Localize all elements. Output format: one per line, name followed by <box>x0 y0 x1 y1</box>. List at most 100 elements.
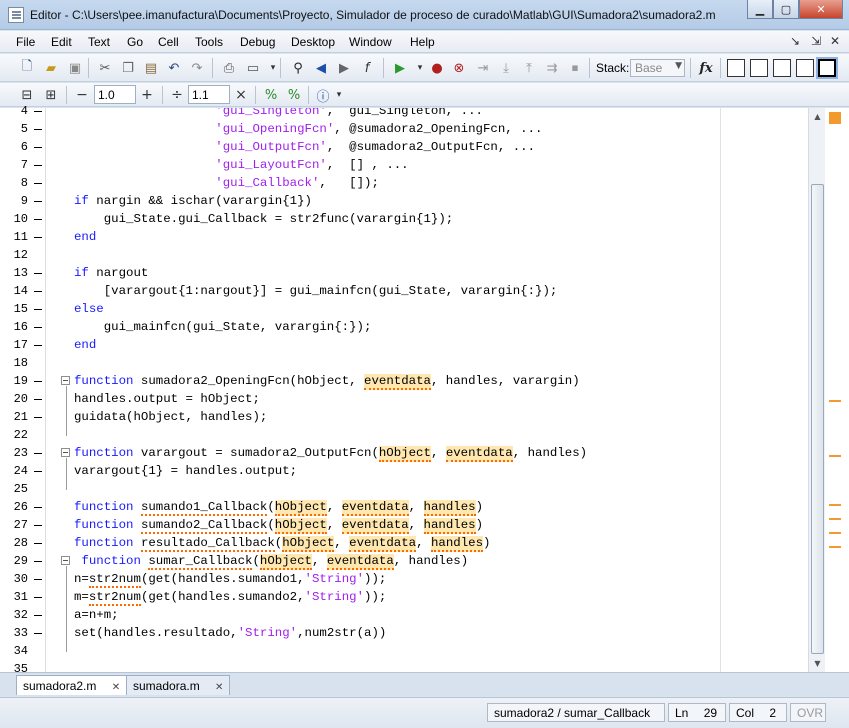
print-options-icon[interactable]: ▭ <box>244 59 262 77</box>
code-line[interactable] <box>74 354 806 372</box>
stack-select[interactable]: Base ▼ <box>630 59 685 77</box>
code-line[interactable]: m=str2num(get(handles.sumando2,'String')… <box>74 588 806 606</box>
executable-line-marker[interactable] <box>34 525 42 526</box>
executable-line-marker[interactable] <box>34 399 42 400</box>
paste-icon[interactable]: ▤ <box>142 59 160 77</box>
increment-button[interactable]: + <box>138 86 156 104</box>
run-icon[interactable]: ▶ <box>391 59 409 77</box>
maximize-button[interactable]: ▢ <box>773 0 799 19</box>
set-breakpoint-icon[interactable]: ● <box>428 59 446 77</box>
code-line[interactable] <box>74 246 806 264</box>
evaluate-cell-advance-icon[interactable]: % <box>285 86 303 104</box>
executable-line-marker[interactable] <box>34 579 42 580</box>
layout-float-icon[interactable] <box>796 59 814 77</box>
warning-marker[interactable] <box>829 455 841 457</box>
code-line[interactable]: end <box>74 336 806 354</box>
cut-icon[interactable]: ✂ <box>96 59 114 77</box>
code-line[interactable]: set(handles.resultado,'String',num2str(a… <box>74 624 806 642</box>
close-tab-icon[interactable]: ✕ <box>215 682 223 693</box>
close-button[interactable]: ✕ <box>799 0 843 19</box>
clear-breakpoints-icon[interactable]: ⊗ <box>450 59 468 77</box>
scroll-up-icon[interactable]: ▲ <box>809 108 826 125</box>
code-line[interactable]: function sumando1_Callback(hObject, even… <box>74 498 806 516</box>
layout-left-right-icon[interactable] <box>750 59 768 77</box>
menu-tools[interactable]: Tools <box>195 35 223 49</box>
executable-line-marker[interactable] <box>34 147 42 148</box>
code-area[interactable]: 'gui_Singleton', gui_Singleton, ... 'gui… <box>46 108 806 672</box>
layout-maximize-icon[interactable] <box>818 59 836 77</box>
warning-marker[interactable] <box>829 504 841 506</box>
executable-line-marker[interactable] <box>34 111 42 112</box>
code-line[interactable] <box>74 642 806 660</box>
code-line[interactable] <box>74 480 806 498</box>
code-line[interactable]: a=n+m; <box>74 606 806 624</box>
executable-line-marker[interactable] <box>34 417 42 418</box>
code-line[interactable]: else <box>74 300 806 318</box>
function-browser-icon[interactable]: f <box>358 59 376 77</box>
exit-debug-icon[interactable]: ⏹ <box>566 59 584 77</box>
code-line[interactable]: 'gui_Callback', []); <box>74 174 806 192</box>
forward-arrow-icon[interactable]: ▶ <box>335 59 353 77</box>
code-line[interactable]: varargout{1} = handles.output; <box>74 462 806 480</box>
executable-line-marker[interactable] <box>34 381 42 382</box>
tab-sumadora[interactable]: sumadora.m ✕ <box>126 675 231 695</box>
decrement-value-field[interactable] <box>94 85 136 104</box>
multiply-button[interactable]: × <box>232 86 250 104</box>
executable-line-marker[interactable] <box>34 273 42 274</box>
code-line[interactable]: gui_State.gui_Callback = str2func(vararg… <box>74 210 806 228</box>
warning-marker[interactable] <box>829 546 841 548</box>
menu-go[interactable]: Go <box>127 35 143 49</box>
layout-top-bottom-icon[interactable] <box>773 59 791 77</box>
code-line[interactable]: function varargout = sumadora2_OutputFcn… <box>74 444 806 462</box>
executable-line-marker[interactable] <box>34 345 42 346</box>
code-line[interactable]: if nargin && ischar(varargin{1}) <box>74 192 806 210</box>
step-out-icon[interactable]: ⤒ <box>520 59 538 77</box>
fx-icon[interactable]: fx <box>697 59 715 77</box>
menu-text[interactable]: Text <box>88 35 110 49</box>
code-line[interactable] <box>74 660 806 672</box>
decrement-button[interactable]: − <box>73 86 91 104</box>
executable-line-marker[interactable] <box>34 615 42 616</box>
menu-cell[interactable]: Cell <box>158 35 179 49</box>
executable-line-marker[interactable] <box>34 597 42 598</box>
close-tab-icon[interactable]: ✕ <box>112 682 120 693</box>
executable-line-marker[interactable] <box>34 471 42 472</box>
warning-marker[interactable] <box>829 518 841 520</box>
multiply-value-field[interactable] <box>188 85 230 104</box>
code-line[interactable]: guidata(hObject, handles); <box>74 408 806 426</box>
evaluate-cell-icon[interactable]: % <box>262 86 280 104</box>
print-icon[interactable]: ⎙ <box>220 59 238 77</box>
code-line[interactable]: 'gui_LayoutFcn', [] , ... <box>74 156 806 174</box>
run-options-chevron-icon[interactable]: ▾ <box>411 59 429 77</box>
code-line[interactable]: n=str2num(get(handles.sumando1,'String')… <box>74 570 806 588</box>
code-line[interactable]: gui_mainfcn(gui_State, varargin{:}); <box>74 318 806 336</box>
code-line[interactable]: function sumar_Callback(hObject, eventda… <box>74 552 806 570</box>
redo-icon[interactable]: ↷ <box>188 59 206 77</box>
menu-edit[interactable]: Edit <box>51 35 72 49</box>
code-line[interactable]: [varargout{1:nargout}] = gui_mainfcn(gui… <box>74 282 806 300</box>
vertical-scrollbar[interactable]: ▲ ▼ <box>808 108 825 672</box>
divide-button[interactable]: ÷ <box>168 86 186 104</box>
tab-sumadora2[interactable]: sumadora2.m ✕ <box>16 675 128 695</box>
code-line[interactable]: 'gui_OutputFcn', @sumadora2_OutputFcn, .… <box>74 138 806 156</box>
open-folder-icon[interactable]: ▰ <box>42 59 60 77</box>
warning-status-icon[interactable] <box>829 112 841 124</box>
minimize-button[interactable]: ▁ <box>747 0 773 19</box>
code-line[interactable]: end <box>74 228 806 246</box>
warning-marker[interactable] <box>829 400 841 402</box>
menu-file[interactable]: File <box>16 35 35 49</box>
code-line[interactable]: function sumando2_Callback(hObject, even… <box>74 516 806 534</box>
executable-line-marker[interactable] <box>34 165 42 166</box>
code-line[interactable]: 'gui_OpeningFcn', @sumadora2_OpeningFcn,… <box>74 120 806 138</box>
executable-line-marker[interactable] <box>34 543 42 544</box>
code-fold-toggle-icon[interactable] <box>61 376 70 385</box>
find-binoculars-icon[interactable]: ⚲ <box>289 59 307 77</box>
executable-line-marker[interactable] <box>34 237 42 238</box>
new-file-icon[interactable]: 🗋 <box>18 59 36 77</box>
code-editor[interactable]: 4 5 6 7 8 9 10 11 12 13 14 15 16 17 18 19 20 21 22 23 24 25 26… <box>0 104 849 676</box>
close-doc-icon[interactable]: ✕ <box>830 34 840 48</box>
continue-icon[interactable]: ⇉ <box>543 59 561 77</box>
code-line[interactable]: function sumadora2_OpeningFcn(hObject, e… <box>74 372 806 390</box>
executable-line-marker[interactable] <box>34 219 42 220</box>
warning-marker[interactable] <box>829 532 841 534</box>
